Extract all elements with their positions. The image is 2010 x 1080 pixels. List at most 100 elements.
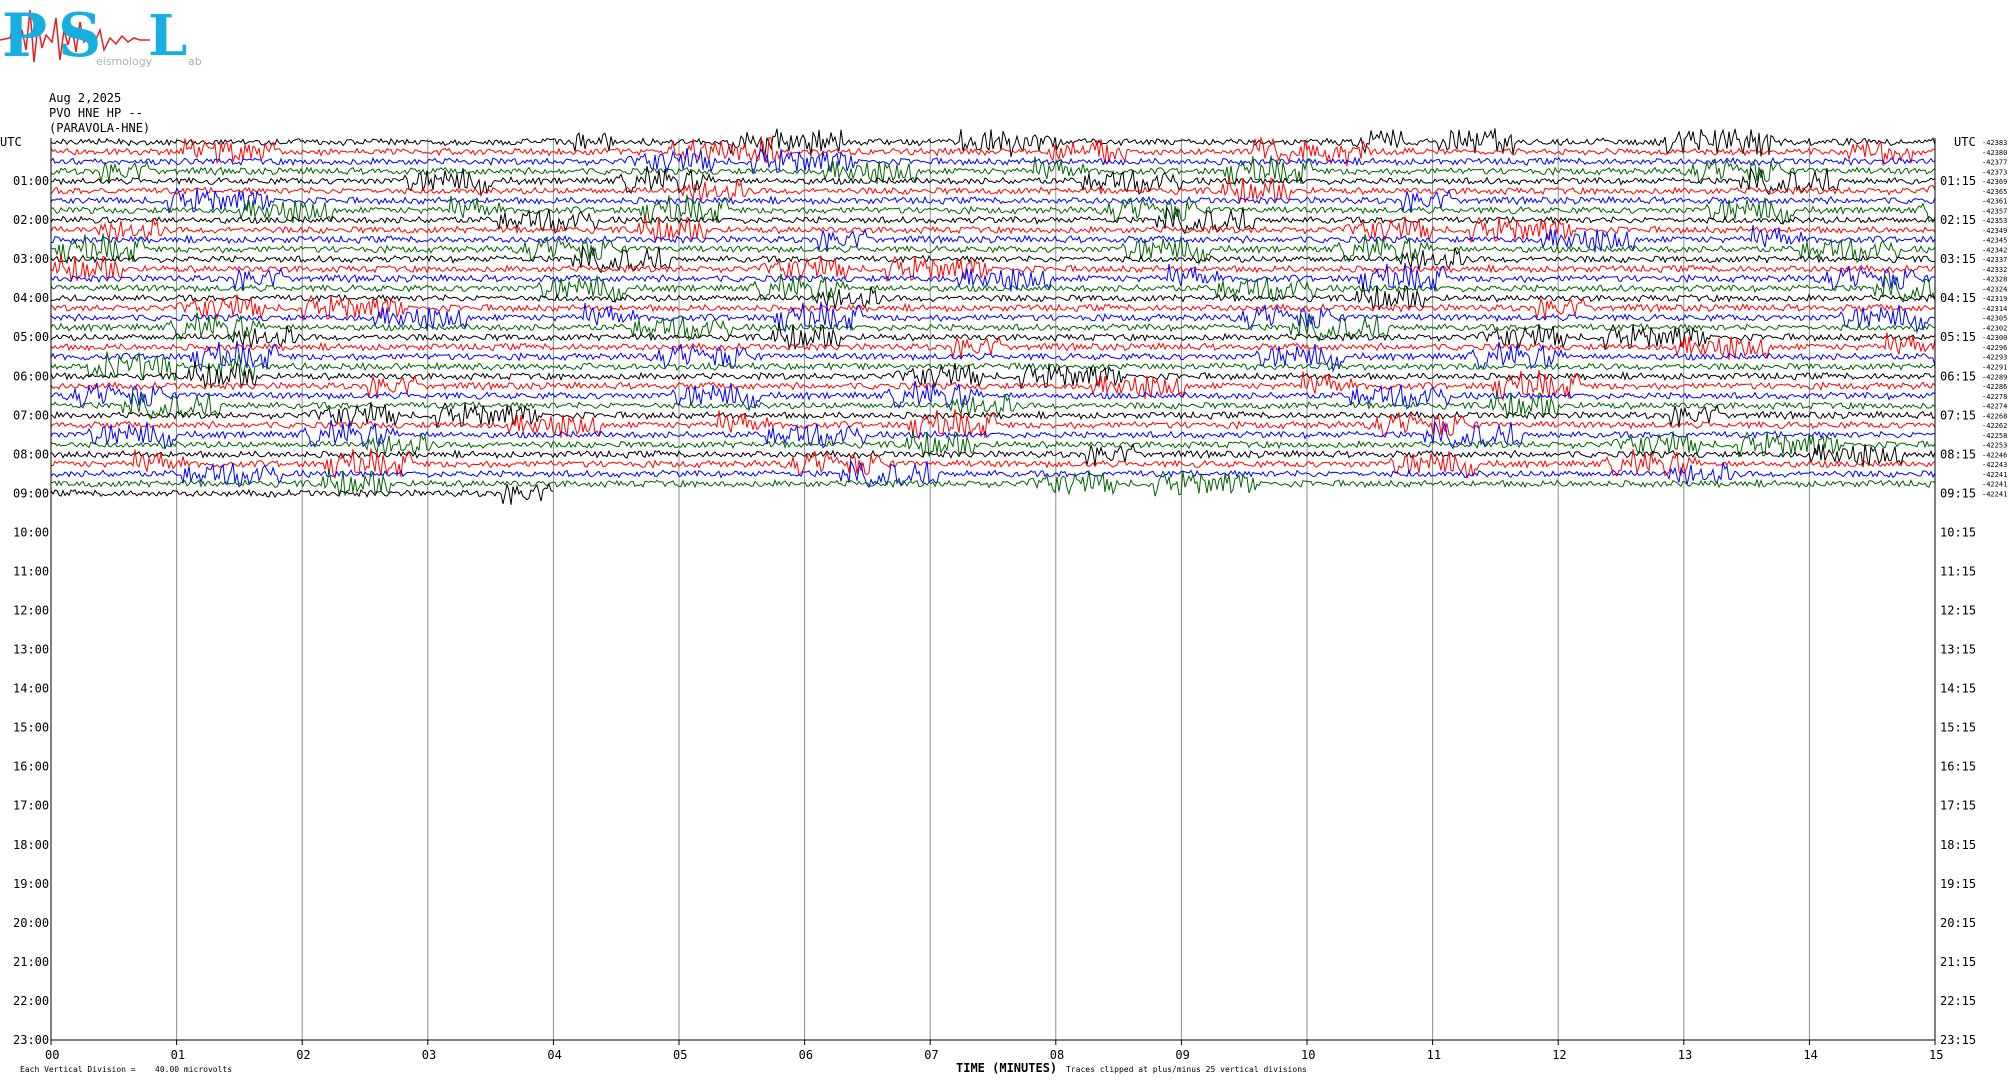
trace-offset-label: -42296: [1982, 344, 2007, 352]
hour-label-right: 04:15: [1940, 291, 1976, 305]
trace-offset-label: -42258: [1982, 432, 2007, 440]
hour-label-right: 18:15: [1940, 838, 1976, 852]
hour-label-right: 08:15: [1940, 447, 1976, 461]
trace-offset-label: -42246: [1982, 451, 2007, 459]
trace-offset-label: -42268: [1982, 412, 2007, 420]
hour-label-left: 19:00: [13, 877, 49, 891]
x-tick-label: 01: [171, 1048, 185, 1062]
trace-offset-label: -42373: [1982, 168, 2007, 176]
hour-label-left: 03:00: [13, 252, 49, 266]
hour-label-left: 07:00: [13, 408, 49, 422]
hour-label-left: 08:00: [13, 447, 49, 461]
hour-label-left: 18:00: [13, 838, 49, 852]
trace-line: [50, 283, 1936, 311]
trace-offset-label: -42241: [1982, 490, 2007, 498]
hour-label-left: 21:00: [13, 955, 49, 969]
hour-label-left: 16:00: [13, 760, 49, 774]
trace-offset-label: -42342: [1982, 246, 2007, 254]
hour-label-left: 12:00: [13, 604, 49, 618]
x-tick-label: 10: [1301, 1048, 1315, 1062]
left-utc-header: UTC: [0, 135, 22, 149]
hour-label-left: 20:00: [13, 916, 49, 930]
hour-label-right: 14:15: [1940, 682, 1976, 696]
x-tick-label: 06: [799, 1048, 813, 1062]
trace-line: [50, 351, 1936, 381]
trace-line: [50, 442, 1936, 468]
hour-label-left: 11:00: [13, 565, 49, 579]
x-tick-label: 11: [1427, 1048, 1441, 1062]
trace-offset-label: -42369: [1982, 178, 2007, 186]
hour-label-left: 09:00: [13, 486, 49, 500]
trace-offset-label: -42253: [1982, 442, 2007, 450]
trace-line: [50, 128, 1936, 158]
trace-offset-label: -42337: [1982, 256, 2007, 264]
trace-offset-label: -42345: [1982, 237, 2007, 245]
x-axis-title: TIME (MINUTES): [956, 1061, 1057, 1075]
hour-label-right: 17:15: [1940, 799, 1976, 813]
hour-label-left: 14:00: [13, 682, 49, 696]
trace-offset-label: -42383: [1982, 139, 2007, 147]
trace-offset-label: -42314: [1982, 305, 2007, 313]
trace-offset-label: -42300: [1982, 334, 2007, 342]
hour-label-left: 17:00: [13, 799, 49, 813]
vertical-division-label: Each Vertical Division =: [20, 1065, 136, 1074]
x-tick-label: 08: [1050, 1048, 1064, 1062]
clipping-note: Traces clipped at plus/minus 25 vertical…: [1066, 1065, 1307, 1074]
hour-label-right: 03:15: [1940, 252, 1976, 266]
trace-offset-label: -42349: [1982, 227, 2007, 235]
trace-offset-label: -42353: [1982, 217, 2007, 225]
hour-label-right: 16:15: [1940, 760, 1976, 774]
hour-label-right: 09:15: [1940, 486, 1976, 500]
trace-offset-label: -42289: [1982, 373, 2007, 381]
right-utc-header: UTC: [1954, 135, 1976, 149]
trace-offset-label: -42241: [1982, 471, 2007, 479]
hour-label-left: 15:00: [13, 721, 49, 735]
hour-label-right: 01:15: [1940, 174, 1976, 188]
hour-label-left: 01:00: [13, 174, 49, 188]
x-tick-label: 15: [1929, 1048, 1943, 1062]
trace-offset-label: -42328: [1982, 276, 2007, 284]
hour-label-right: 11:15: [1940, 565, 1976, 579]
axis-labels: UTC UTC 01:00 02:00 03:00 04:00 05:00 06:00 07:0…: [0, 135, 2007, 1075]
trace-offset-label: -42302: [1982, 325, 2007, 333]
plot-axes: [50, 138, 1936, 1045]
seismic-traces: [50, 128, 1936, 505]
trace-offset-label: -42291: [1982, 364, 2007, 372]
hour-label-right: 02:15: [1940, 213, 1976, 227]
trace-offset-label: -42286: [1982, 383, 2007, 391]
trace-offset-label: -42241: [1982, 481, 2007, 489]
hour-label-right: 19:15: [1940, 877, 1976, 891]
trace-offset-label: -42243: [1982, 461, 2007, 469]
x-tick-label: 03: [422, 1048, 436, 1062]
hour-label-right: 22:15: [1940, 994, 1976, 1008]
hour-label-left: 22:00: [13, 994, 49, 1008]
hour-label-right: 13:15: [1940, 643, 1976, 657]
vertical-division-value: 40.00 microvolts: [155, 1065, 232, 1074]
trace-offset-label: -42361: [1982, 198, 2007, 206]
hour-label-left: 04:00: [13, 291, 49, 305]
hour-label-left: 06:00: [13, 369, 49, 383]
x-tick-label: 13: [1678, 1048, 1692, 1062]
trace-offset-label: -42305: [1982, 315, 2007, 323]
hour-label-right: 23:15: [1940, 1033, 1976, 1047]
trace-offset-label: -42319: [1982, 295, 2007, 303]
hour-label-left: 23:00: [13, 1033, 49, 1047]
x-tick-label: 00: [45, 1048, 59, 1062]
helicorder-plot: UTC UTC 01:00 02:00 03:00 04:00 05:00 06:00 07:0…: [0, 128, 2007, 1075]
trace-offset-label: -42357: [1982, 207, 2007, 215]
x-tick-label: 14: [1803, 1048, 1817, 1062]
hour-label-right: 10:15: [1940, 525, 1976, 539]
trace-offset-label: -42274: [1982, 403, 2007, 411]
trace-offset-label: -42380: [1982, 149, 2007, 157]
x-tick-label: 02: [296, 1048, 310, 1062]
x-tick-label: 05: [673, 1048, 687, 1062]
hour-label-left: 02:00: [13, 213, 49, 227]
trace-offset-label: -42324: [1982, 285, 2007, 293]
hour-label-right: 20:15: [1940, 916, 1976, 930]
x-tick-label: 09: [1175, 1048, 1189, 1062]
hour-label-left: 05:00: [13, 330, 49, 344]
trace-offset-label: -42332: [1982, 266, 2007, 274]
hour-label-right: 12:15: [1940, 604, 1976, 618]
trace-offset-label: -42262: [1982, 422, 2007, 430]
x-tick-label: 07: [924, 1048, 938, 1062]
